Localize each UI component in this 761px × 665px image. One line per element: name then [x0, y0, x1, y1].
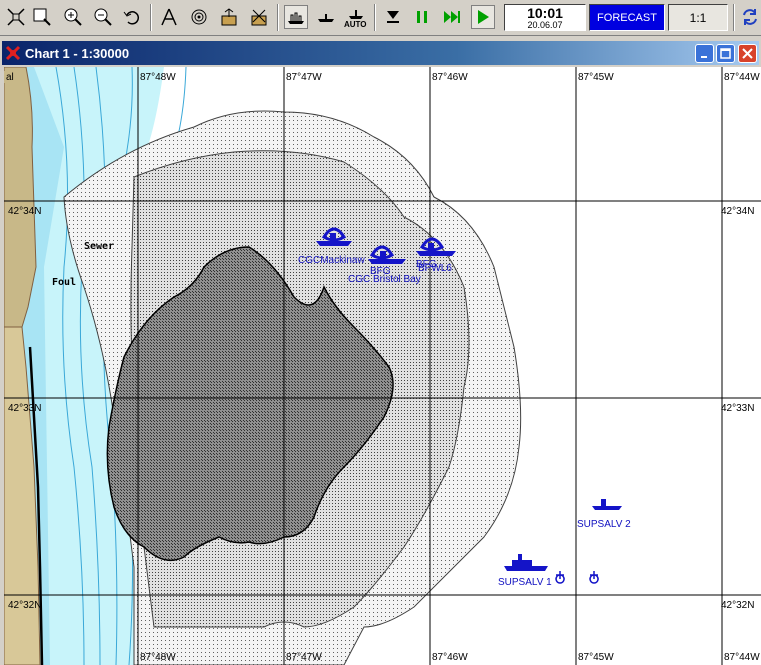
lon-label-bottom: 87°48W: [140, 652, 176, 663]
vessel-label[interactable]: BPWL6: [418, 263, 452, 274]
top-left-label: al: [6, 72, 14, 83]
close-icon: [742, 48, 753, 59]
clock-time: 10:01: [527, 4, 563, 21]
target-icon[interactable]: [187, 5, 211, 29]
minimize-button[interactable]: [695, 44, 714, 63]
pause-icon[interactable]: [410, 5, 434, 29]
vessel-supsalv-1[interactable]: [504, 554, 548, 571]
vessel-icon[interactable]: [416, 251, 456, 256]
auto-label: AUTO: [344, 20, 367, 29]
app: AUTO 10:01 20.06.07 FORECAST 1:1 Chart 1…: [0, 0, 761, 665]
vessel-label[interactable]: SUPSALV 1: [498, 577, 552, 588]
land-area: [4, 67, 37, 328]
ship-mode-icon[interactable]: [284, 5, 308, 29]
clock-date: 20.06.07: [527, 19, 563, 30]
vessel-icon[interactable]: [512, 560, 532, 566]
shore-label-foul: Foul: [52, 277, 76, 288]
toolbar: AUTO 10:01 20.06.07 FORECAST 1:1: [0, 0, 761, 36]
lat-label-right: 42°34N: [721, 206, 754, 217]
vessel-label[interactable]: BFG: [370, 266, 391, 277]
clock-display: 10:01 20.06.07: [504, 4, 586, 31]
lat-label-right: 42°32N: [721, 600, 754, 611]
vessel-icon[interactable]: [316, 241, 352, 246]
ship-icon[interactable]: [314, 5, 338, 29]
maximize-icon: [720, 48, 731, 59]
lon-label-bottom: 87°47W: [286, 652, 322, 663]
lon-label-bottom: 87°45W: [578, 652, 614, 663]
zoom-window-icon[interactable]: [30, 5, 54, 29]
window-title: Chart 1 - 1:30000: [25, 45, 130, 61]
toolbar-separator: [733, 4, 735, 31]
chart-map[interactable]: al 87°48W 87°47W 87°46W 87°45W 87°44W 87…: [4, 67, 761, 665]
lon-label-bottom: 87°46W: [432, 652, 468, 663]
vessel-icon[interactable]: [518, 554, 522, 560]
play-icon[interactable]: [471, 5, 495, 29]
vessel-supsalv-2[interactable]: [592, 499, 622, 510]
lat-label-left: 42°33N: [8, 403, 41, 414]
forecast-button[interactable]: FORECAST: [589, 4, 665, 31]
lat-label-left: 42°34N: [8, 206, 41, 217]
lon-label-top: 87°47W: [286, 72, 322, 83]
window-titlebar[interactable]: Chart 1 - 1:30000: [2, 41, 759, 65]
vessel-icon[interactable]: [601, 499, 606, 506]
route-icon[interactable]: [157, 5, 181, 29]
fast-forward-icon[interactable]: [440, 5, 464, 29]
zoom-out-icon[interactable]: [91, 5, 115, 29]
chart-canvas[interactable]: al 87°48W 87°47W 87°46W 87°45W 87°44W 87…: [4, 67, 761, 665]
vessel-label[interactable]: SUPSALV 2: [577, 519, 631, 530]
vessel-icon[interactable]: [368, 259, 406, 264]
vessel-icon[interactable]: [592, 506, 622, 510]
export-icon[interactable]: [217, 5, 241, 29]
minimize-icon: [700, 55, 707, 58]
chart-app-icon: [5, 45, 21, 61]
stop-icon[interactable]: [381, 5, 405, 29]
vessel-label[interactable]: CGCMackinaw: [298, 255, 365, 266]
toolbar-separator: [150, 4, 152, 31]
scale-ratio-display[interactable]: 1:1: [668, 4, 728, 31]
lon-label-top: 87°45W: [578, 72, 614, 83]
buoy-icon[interactable]: [555, 571, 599, 584]
chart-window: Chart 1 - 1:30000 al 87°48W 87°47W 87°46…: [0, 40, 761, 665]
import-icon[interactable]: [247, 5, 271, 29]
lon-label-top: 87°46W: [432, 72, 468, 83]
close-button[interactable]: [738, 44, 757, 63]
shore-label-sewer: Sewer: [84, 241, 114, 252]
lat-label-right: 42°33N: [721, 403, 754, 414]
toolbar-separator: [374, 4, 376, 31]
lon-label-bottom: 87°44W: [724, 652, 760, 663]
maximize-button[interactable]: [716, 44, 735, 63]
vessel-icon[interactable]: [504, 566, 548, 571]
lon-label-top: 87°44W: [724, 72, 760, 83]
toolbar-separator: [277, 4, 279, 31]
lat-label-left: 42°32N: [8, 600, 41, 611]
fullscreen-icon[interactable]: [4, 5, 28, 29]
undo-icon[interactable]: [120, 5, 144, 29]
zoom-in-icon[interactable]: [61, 5, 85, 29]
refresh-icon[interactable]: [738, 5, 761, 29]
lon-label-top: 87°48W: [140, 72, 176, 83]
